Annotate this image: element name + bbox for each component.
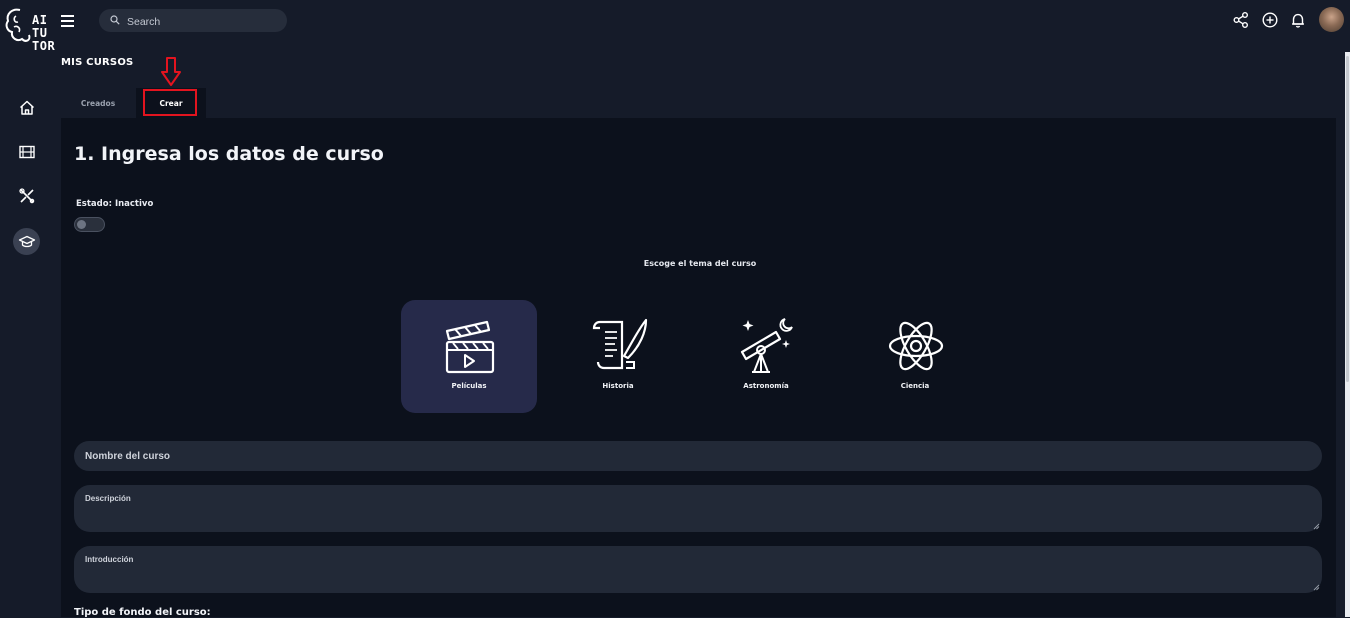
resize-grip-icon[interactable] — [1313, 584, 1320, 591]
status-label: Estado: Inactivo — [76, 199, 154, 209]
theme-card-astronomia[interactable]: Astronomía — [698, 300, 834, 413]
tab-highlight-box — [143, 89, 197, 116]
film-icon[interactable] — [17, 142, 37, 162]
add-circle-icon[interactable] — [1261, 11, 1279, 29]
theme-label: Películas — [451, 382, 487, 390]
theme-prompt: Escoge el tema del curso — [643, 259, 757, 268]
toggle-knob — [77, 220, 86, 229]
theme-card-ciencia[interactable]: Ciencia — [847, 300, 983, 413]
course-name-field[interactable] — [74, 441, 1322, 471]
description-textarea[interactable] — [74, 485, 1322, 532]
theme-label: Historia — [602, 382, 634, 390]
atom-icon — [888, 321, 944, 371]
tab-creados[interactable]: Creados — [66, 88, 130, 118]
theme-card-historia[interactable]: Historia — [550, 300, 686, 413]
menu-icon[interactable] — [61, 13, 75, 27]
introduction-field[interactable] — [74, 546, 1322, 593]
avatar[interactable] — [1319, 7, 1344, 32]
graduation-cap-icon[interactable] — [17, 232, 37, 252]
background-type-label: Tipo de fondo del curso: — [74, 607, 211, 618]
theme-label: Ciencia — [900, 382, 930, 390]
search-input[interactable] — [125, 12, 279, 31]
tools-icon[interactable] — [17, 186, 37, 206]
bell-icon[interactable] — [1289, 11, 1307, 29]
home-icon[interactable] — [17, 98, 37, 118]
theme-label: Astronomía — [743, 382, 789, 390]
clapperboard-icon — [445, 320, 495, 374]
page-title: MIS CURSOS — [61, 57, 134, 68]
scrollbar-thumb[interactable] — [1346, 56, 1349, 382]
resize-grip-icon[interactable] — [1313, 523, 1320, 530]
theme-card-peliculas[interactable]: Películas — [401, 300, 537, 413]
form-heading: 1. Ingresa los datos de curso — [74, 143, 384, 165]
logo-wordmark: AI TU TOR — [32, 13, 56, 53]
search-icon — [110, 15, 120, 25]
status-toggle[interactable] — [74, 217, 105, 232]
share-icon[interactable] — [1232, 11, 1250, 29]
top-bar: AI TU TOR — [0, 0, 1350, 53]
description-field[interactable] — [74, 485, 1322, 532]
telescope-icon — [740, 318, 793, 373]
brain-logo-icon — [5, 8, 31, 42]
aitutor-logo[interactable]: AI TU TOR — [4, 6, 56, 53]
course-name-input[interactable] — [74, 441, 1322, 471]
search-box[interactable] — [99, 9, 287, 32]
arrow-down-annotation-icon — [161, 57, 181, 86]
scroll-quill-icon — [592, 318, 648, 370]
introduction-textarea[interactable] — [74, 546, 1322, 593]
